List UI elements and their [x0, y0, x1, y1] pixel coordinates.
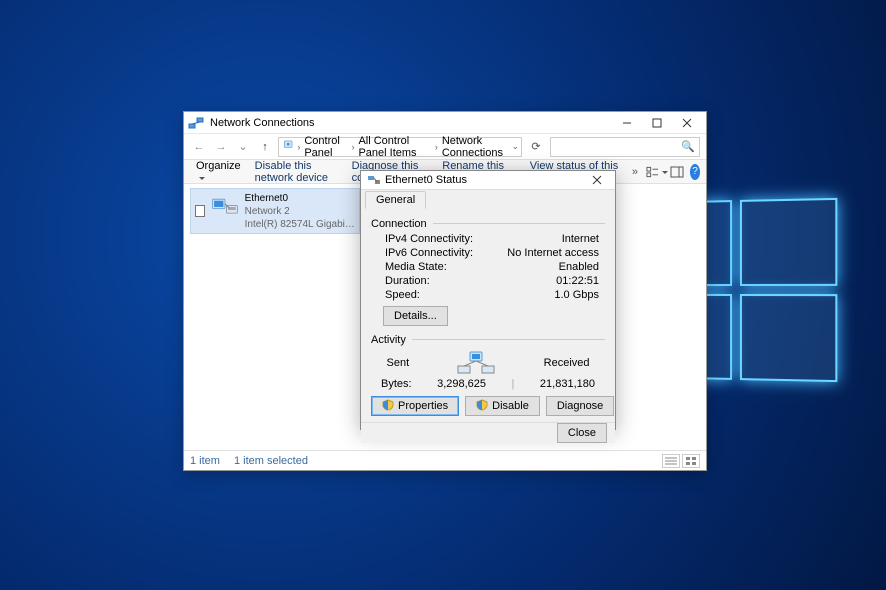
dialog-tabs: General	[361, 190, 615, 208]
details-view-button[interactable]	[662, 454, 680, 468]
duration-value: 01:22:51	[556, 275, 599, 287]
dialog-close-button[interactable]	[585, 171, 609, 189]
details-button[interactable]: Details...	[383, 306, 448, 326]
tab-general[interactable]: General	[365, 191, 426, 209]
ipv6-label: IPv6 Connectivity:	[385, 247, 473, 259]
received-label: Received	[544, 357, 590, 369]
connection-item-ethernet0[interactable]: Ethernet0 Network 2 Intel(R) 82574L Giga…	[190, 188, 360, 234]
shield-icon	[382, 399, 394, 414]
status-item-count: 1 item	[190, 455, 220, 467]
disable-button-label: Disable	[492, 400, 529, 412]
breadcrumb-all-items[interactable]: All Control Panel Items	[356, 135, 432, 159]
status-selected-count: 1 item selected	[234, 455, 308, 467]
media-state-label: Media State:	[385, 261, 447, 273]
toolbar-disable-device[interactable]: Disable this network device	[249, 158, 344, 186]
help-button[interactable]: ?	[690, 164, 700, 180]
speed-label: Speed:	[385, 289, 420, 301]
chevron-right-icon: ›	[435, 142, 438, 152]
separator	[412, 339, 605, 340]
bytes-sent-value: 3,298,625	[437, 378, 486, 390]
forward-button[interactable]: →	[212, 138, 230, 156]
breadcrumb[interactable]: › Control Panel › All Control Panel Item…	[278, 137, 522, 157]
search-icon: 🔍	[681, 140, 695, 153]
chevron-right-icon: ›	[351, 142, 354, 152]
chevron-right-icon: ›	[297, 142, 300, 152]
close-button[interactable]	[672, 113, 702, 133]
recent-dropdown[interactable]: ⌄	[234, 138, 252, 156]
ethernet-adapter-icon	[211, 193, 239, 229]
status-bar: 1 item 1 item selected	[184, 450, 706, 470]
item-checkbox[interactable]	[195, 205, 205, 217]
disable-button[interactable]: Disable	[465, 396, 540, 416]
group-activity-label: Activity	[371, 334, 406, 346]
connection-name: Ethernet0	[245, 192, 355, 205]
refresh-button[interactable]: ⟳	[526, 140, 546, 153]
properties-button[interactable]: Properties	[371, 396, 459, 416]
separator	[433, 223, 605, 224]
media-state-value: Enabled	[559, 261, 599, 273]
back-button[interactable]: ←	[190, 138, 208, 156]
address-bar: ← → ⌄ ↑ › Control Panel › All Control Pa…	[184, 134, 706, 160]
dialog-title: Ethernet0 Status	[385, 174, 585, 186]
breadcrumb-network-connections[interactable]: Network Connections	[440, 135, 512, 159]
organize-menu[interactable]: Organize	[190, 158, 247, 186]
connection-network: Network 2	[245, 205, 355, 218]
large-icons-view-button[interactable]	[682, 454, 700, 468]
chevron-down-icon[interactable]: ⌄	[511, 141, 519, 152]
view-options-button[interactable]	[646, 162, 668, 182]
network-connections-icon	[188, 115, 204, 131]
properties-button-label: Properties	[398, 400, 448, 412]
titlebar[interactable]: Network Connections	[184, 112, 706, 134]
toolbar-overflow[interactable]: »	[628, 166, 642, 178]
ipv6-value: No Internet access	[507, 247, 599, 259]
speed-value: 1.0 Gbps	[554, 289, 599, 301]
group-connection-label: Connection	[371, 218, 427, 230]
ipv4-label: IPv4 Connectivity:	[385, 233, 473, 245]
diagnose-button[interactable]: Diagnose	[546, 396, 614, 416]
ethernet-status-icon	[367, 173, 381, 187]
connection-adapter: Intel(R) 82574L Gigabit Netwo...	[245, 218, 355, 231]
duration-label: Duration:	[385, 275, 430, 287]
sent-label: Sent	[387, 357, 410, 369]
dialog-titlebar[interactable]: Ethernet0 Status	[361, 171, 615, 190]
ipv4-value: Internet	[562, 233, 599, 245]
maximize-button[interactable]	[642, 113, 672, 133]
window-title: Network Connections	[210, 117, 612, 129]
control-panel-icon	[283, 139, 293, 155]
activity-computers-icon	[456, 350, 496, 376]
preview-pane-button[interactable]	[670, 162, 684, 182]
breadcrumb-control-panel[interactable]: Control Panel	[302, 135, 349, 159]
ethernet-status-dialog: Ethernet0 Status General Connection IPv4…	[360, 170, 616, 430]
shield-icon	[476, 399, 488, 414]
bytes-label: Bytes:	[381, 378, 412, 390]
bytes-received-value: 21,831,180	[540, 378, 595, 390]
close-dialog-button[interactable]: Close	[557, 423, 607, 443]
minimize-button[interactable]	[612, 113, 642, 133]
search-input[interactable]: 🔍	[550, 137, 700, 157]
up-button[interactable]: ↑	[256, 138, 274, 156]
